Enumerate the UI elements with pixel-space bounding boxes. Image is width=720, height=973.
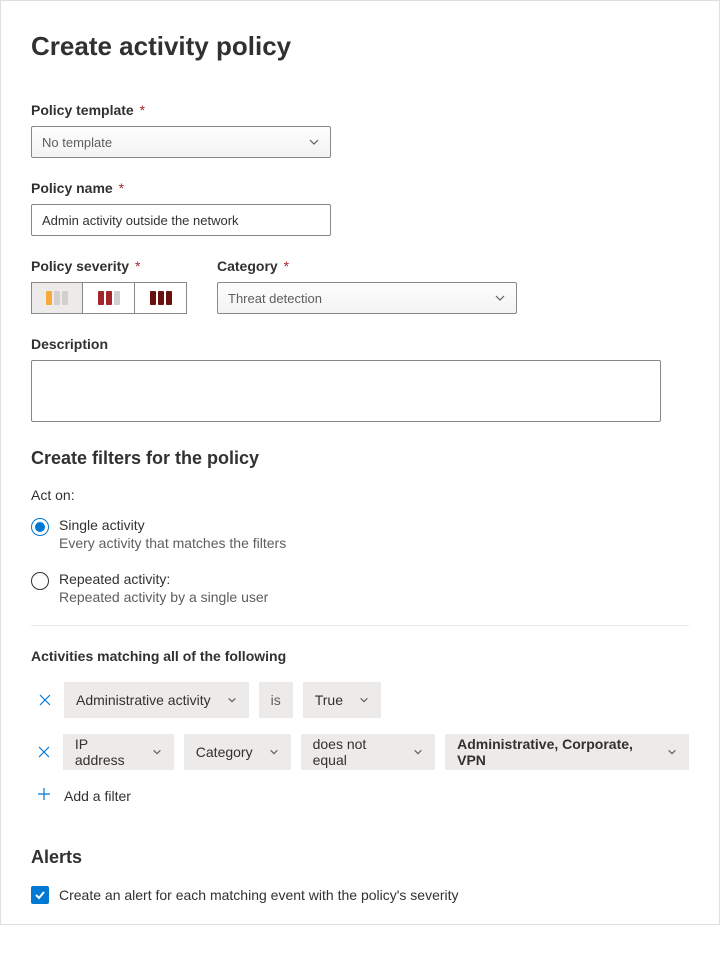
create-activity-policy-page: Create activity policy Policy template *… [0,0,720,925]
filter-row: IP address Category does not equal Admin… [31,734,689,770]
add-filter-button[interactable]: Add a filter [31,786,689,805]
filter-field-select[interactable]: IP address [63,734,174,770]
repeated-activity-title: Repeated activity: [59,571,268,587]
filter-operator-chip[interactable]: is [259,682,293,718]
category-label: Category [217,258,278,274]
act-on-single-option[interactable]: Single activity Every activity that matc… [31,517,689,551]
chevron-down-icon [667,747,677,757]
alert-checkbox-label: Create an alert for each matching event … [59,887,459,903]
chevron-down-icon [152,747,162,757]
category-value: Threat detection [228,291,322,306]
category-field: Category * Threat detection [217,258,517,314]
filter-operator-select[interactable]: does not equal [301,734,436,770]
policy-template-value: No template [42,135,112,150]
filter-value-select[interactable]: True [303,682,381,718]
alerts-heading: Alerts [31,847,689,868]
remove-filter-button[interactable] [36,745,53,759]
plus-icon [36,786,52,805]
chevron-down-icon [359,695,369,705]
radio-unselected-icon [31,572,49,590]
policy-severity-field: Policy severity * [31,258,187,314]
remove-filter-button[interactable] [36,693,54,707]
page-title: Create activity policy [31,31,689,62]
description-field: Description [31,336,689,422]
filter-row: Administrative activity is True [31,682,689,718]
chevron-down-icon [494,292,506,304]
severity-medium-button[interactable] [83,282,135,314]
act-on-label: Act on: [31,487,689,503]
repeated-activity-sub: Repeated activity by a single user [59,589,268,605]
checkbox-checked-icon [31,886,49,904]
policy-template-field: Policy template * No template [31,102,689,158]
description-label: Description [31,336,689,352]
policy-name-field: Policy name * Admin activity outside the… [31,180,689,236]
filter-field-select[interactable]: Administrative activity [64,682,249,718]
policy-name-input[interactable]: Admin activity outside the network [31,204,331,236]
chevron-down-icon [269,747,279,757]
policy-name-label: Policy name [31,180,113,196]
single-activity-sub: Every activity that matches the filters [59,535,286,551]
policy-template-label: Policy template [31,102,134,118]
policy-template-select[interactable]: No template [31,126,331,158]
severity-high-button[interactable] [135,282,187,314]
filters-heading: Create filters for the policy [31,448,689,469]
policy-severity-label: Policy severity [31,258,129,274]
radio-selected-icon [31,518,49,536]
category-select[interactable]: Threat detection [217,282,517,314]
description-textarea[interactable] [31,360,661,422]
severity-toggle-group [31,282,187,314]
single-activity-title: Single activity [59,517,286,533]
chevron-down-icon [227,695,237,705]
act-on-repeated-option[interactable]: Repeated activity: Repeated activity by … [31,571,689,605]
filter-value-select[interactable]: Administrative, Corporate, VPN [445,734,689,770]
policy-name-value: Admin activity outside the network [42,213,239,228]
alert-checkbox-row[interactable]: Create an alert for each matching event … [31,886,689,904]
filter-subfield-select[interactable]: Category [184,734,291,770]
chevron-down-icon [413,747,423,757]
chevron-down-icon [308,136,320,148]
divider [31,625,689,626]
severity-low-button[interactable] [31,282,83,314]
activities-matching-label: Activities matching all of the following [31,648,689,664]
